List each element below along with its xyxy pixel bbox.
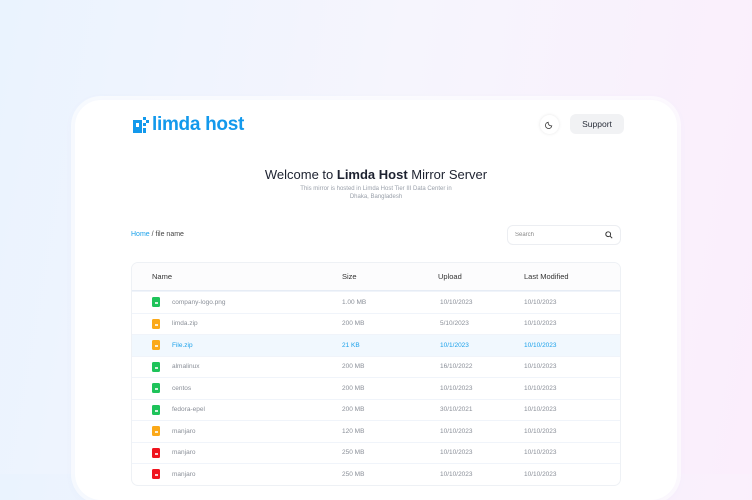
file-name-cell: centos: [132, 383, 342, 394]
search-icon[interactable]: [605, 231, 613, 239]
file-size: 250 MB: [342, 449, 365, 457]
file-modified-date: 10/10/2023: [524, 384, 557, 392]
file-size: 200 MB: [342, 320, 365, 328]
file-name-cell: manjaro: [132, 426, 342, 437]
file-upload-date: 10/10/2023: [440, 384, 473, 392]
title-brand: Limda Host: [336, 167, 408, 182]
file-modified-date: 10/10/2023: [524, 406, 557, 414]
moon-icon: [545, 121, 553, 129]
file-name-cell: company-logo.png: [132, 297, 342, 308]
file-name-cell: almalinux: [132, 361, 342, 372]
file-name-cell: File.zip: [132, 340, 342, 351]
file-modified-date: 10/10/2023: [524, 449, 557, 457]
page-title: Welcome to Limda Host Mirror Server: [75, 167, 677, 182]
file-size: 1.00 MB: [342, 298, 367, 306]
breadcrumb-current: file name: [155, 231, 184, 238]
file-name[interactable]: manjaro: [172, 471, 195, 478]
file-icon: [152, 297, 160, 308]
file-modified-date: 10/10/2023: [524, 298, 557, 306]
file-name[interactable]: fedora-epel: [172, 406, 205, 413]
file-upload-date: 10/10/2023: [440, 470, 473, 478]
file-size: 200 MB: [342, 406, 365, 414]
file-upload-date: 10/10/2023: [440, 427, 473, 435]
file-icon: [152, 404, 160, 415]
file-icon: [152, 447, 160, 458]
file-icon: [152, 426, 160, 437]
file-name-cell: manjaro: [132, 469, 342, 480]
file-upload-date: 10/10/2023: [440, 298, 473, 306]
breadcrumb-home[interactable]: Home: [131, 231, 150, 238]
file-icon: [152, 469, 160, 480]
file-modified-date: 10/10/2023: [524, 320, 557, 328]
file-name[interactable]: limda.zip: [172, 320, 198, 327]
file-table: Name Size Upload Last Modified company-l…: [131, 262, 621, 486]
table-header: Name Size Upload Last Modified: [132, 263, 620, 291]
file-size: 200 MB: [342, 363, 365, 371]
table-row[interactable]: limda.zip 200 MB 5/10/2023 10/10/2023: [132, 312, 620, 335]
file-size: 21 KB: [342, 341, 360, 349]
file-modified-date: 10/10/2023: [524, 470, 557, 478]
file-icon: [152, 318, 160, 329]
search-box: [507, 225, 621, 245]
file-name[interactable]: company-logo.png: [172, 299, 225, 306]
table-row[interactable]: File.zip 21 KB 10/1/2023 10/10/2023: [132, 334, 620, 356]
table-row[interactable]: centos 200 MB 10/10/2023 10/10/2023: [132, 377, 620, 399]
file-icon: [152, 361, 160, 372]
breadcrumb: Home / file name: [131, 231, 184, 238]
table-row[interactable]: company-logo.png 1.00 MB 10/10/2023 10/10/2…: [132, 291, 620, 313]
search-input[interactable]: [515, 232, 595, 238]
file-name[interactable]: almalinux: [172, 363, 199, 370]
support-button[interactable]: Support: [570, 114, 624, 134]
title-post: Mirror Server: [407, 167, 488, 182]
file-name-cell: fedora-epel: [132, 404, 342, 415]
file-modified-date: 10/10/2023: [524, 427, 557, 435]
file-size: 250 MB: [342, 470, 365, 478]
logo-text: limda host: [152, 114, 245, 135]
col-name[interactable]: Name: [132, 272, 342, 281]
file-upload-date: 16/10/2022: [440, 363, 473, 371]
col-modified[interactable]: Last Modified: [524, 272, 620, 281]
file-upload-date: 30/10/2021: [440, 406, 473, 414]
file-name[interactable]: manjaro: [172, 449, 195, 456]
table-row[interactable]: manjaro 250 MB 10/10/2023 10/10/2023: [132, 441, 620, 464]
title-pre: Welcome to: [264, 167, 337, 182]
table-row[interactable]: manjaro 120 MB 10/10/2023 10/10/2023: [132, 420, 620, 442]
file-size: 200 MB: [342, 384, 365, 392]
main-card: limda host Support Welcome to Limda Host…: [75, 100, 677, 500]
file-upload-date: 10/10/2023: [440, 449, 473, 457]
col-size[interactable]: Size: [342, 272, 438, 281]
logo-icon: [133, 117, 149, 133]
file-name[interactable]: centos: [172, 385, 191, 392]
table-row[interactable]: almalinux 200 MB 16/10/2022 10/10/2023: [132, 355, 620, 378]
theme-toggle-button[interactable]: [540, 115, 559, 134]
file-icon: [152, 340, 160, 351]
file-name-cell: limda.zip: [132, 318, 342, 329]
logo[interactable]: limda host: [133, 114, 244, 136]
file-size: 120 MB: [342, 427, 365, 435]
file-upload-date: 10/1/2023: [440, 341, 469, 349]
file-name-cell: manjaro: [132, 447, 342, 458]
file-modified-date: 10/10/2023: [524, 363, 557, 371]
file-modified-date: 10/10/2023: [524, 341, 557, 349]
file-name[interactable]: File.zip: [172, 342, 193, 349]
subtitle: This mirror is hosted in Limda Host Tier…: [300, 186, 452, 200]
table-row[interactable]: fedora-epel 200 MB 30/10/2021 10/10/2023: [132, 398, 620, 421]
file-icon: [152, 383, 160, 394]
file-name[interactable]: manjaro: [172, 428, 195, 435]
col-upload[interactable]: Upload: [438, 272, 524, 281]
file-upload-date: 5/10/2023: [440, 320, 469, 328]
